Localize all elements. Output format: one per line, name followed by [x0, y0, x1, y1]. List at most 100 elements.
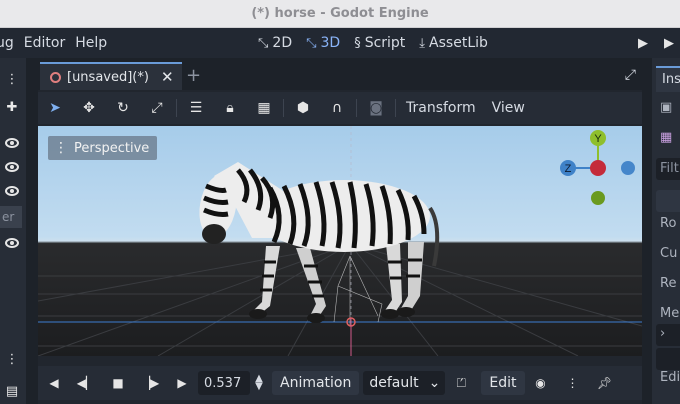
neg-y-axis-handle[interactable] [591, 191, 605, 205]
snap-icon[interactable]: ∩ [320, 92, 354, 124]
workspace-3d-label: 3D [320, 35, 341, 51]
time-stepper-icon[interactable]: ▲ ▼ [250, 374, 268, 392]
selected-node-text: er [2, 210, 15, 224]
menu-debug[interactable]: ug [0, 35, 24, 51]
group-icon[interactable]: ▦ [247, 92, 281, 124]
workspace-script-label: Script [364, 35, 406, 51]
animation-time: 0.537 [204, 375, 242, 391]
window-titlebar: (*) horse - Godot Engine [0, 0, 680, 28]
animation-select[interactable]: default ⌄ [363, 371, 446, 395]
dock-menu-icon[interactable]: ⋮ [0, 68, 24, 90]
play-from-start-icon[interactable]: ▶ [166, 366, 198, 400]
visibility-eye-icon[interactable] [0, 232, 24, 254]
editor-main-panel: [unsaved](*) ✕ + ⤢ ➤ ✥ ↻ ⤢ ☰ 🔒︎ ▦ ⬢ ∩ ◙ … [38, 62, 642, 404]
toolbar-divider [395, 99, 396, 117]
inspector-dock: Ins ▣ ▦ Filt Ro Cu Re Me › Edi [652, 58, 680, 404]
filesystem-icon[interactable]: ▤ [0, 380, 24, 402]
visibility-eye-icon[interactable] [0, 180, 24, 202]
ground-grid [38, 243, 642, 356]
scene-tabbar: [unsaved](*) ✕ + ⤢ [38, 62, 642, 90]
2d-icon: ⤡ [258, 35, 269, 51]
chevron-right-icon: › [660, 326, 666, 341]
run-controls: ▶ ▶ [638, 28, 680, 58]
rotate-mode-icon[interactable]: ↻ [106, 92, 140, 124]
visibility-eye-icon[interactable] [0, 156, 24, 178]
main-menu: ug Editor Help [0, 35, 117, 51]
viewport-toolbar: ➤ ✥ ↻ ⤢ ☰ 🔒︎ ▦ ⬢ ∩ ◙ Transform View [38, 92, 642, 124]
stop-icon[interactable]: ■ [102, 366, 134, 400]
filter-placeholder: Filt [660, 161, 679, 176]
camera-icon[interactable]: ◙ [359, 92, 393, 124]
onion-skin-icon[interactable]: ◉ [525, 366, 557, 400]
toolbar-divider [283, 99, 284, 117]
scene-tab-label: [unsaved](*) [67, 69, 149, 85]
play-from-current-icon[interactable]: ▕▶ [134, 366, 166, 400]
animation-toolbar: ◀ ◀▏ ■ ▕▶ ▶ 0.537 ▲ ▼ Animation default ⌄… [38, 366, 642, 400]
animation-time-field[interactable]: 0.537 [198, 371, 250, 395]
3d-viewport[interactable]: Y Z ⋮ Perspective [38, 126, 642, 356]
lock-icon[interactable]: 🔒︎ [213, 92, 247, 124]
play-scene-icon[interactable]: ▶ [664, 36, 674, 51]
distraction-free-icon[interactable]: ⤢ [625, 67, 636, 83]
edit-label: Edit [489, 375, 517, 391]
new-resource-icon[interactable]: ▣ [660, 100, 672, 115]
animation-selected: default [369, 375, 419, 391]
edit-button[interactable]: Edit [481, 371, 525, 395]
selected-node-fragment[interactable]: er [0, 206, 22, 228]
origin-marker [346, 317, 356, 356]
workspace-assetlib-label: AssetLib [429, 35, 488, 51]
menu-help[interactable]: Help [75, 35, 117, 51]
menu-editor[interactable]: Editor [24, 35, 75, 51]
select-mode-icon[interactable]: ➤ [38, 92, 72, 124]
list-select-icon[interactable]: ☰ [179, 92, 213, 124]
workspace-2d-button[interactable]: ⤡ 2D [258, 35, 292, 51]
neg-z-axis-handle[interactable] [621, 161, 635, 175]
workspace-script-button[interactable]: § Script [354, 35, 405, 51]
add-tab-icon[interactable]: + [186, 65, 201, 86]
inspector-row-current: Cu [660, 246, 678, 261]
play-backwards-icon[interactable]: ◀▏ [70, 366, 102, 400]
perspective-menu[interactable]: ⋮ Perspective [48, 136, 158, 160]
viewport-scene: Y Z [38, 126, 642, 356]
local-space-icon[interactable]: ⬢ [286, 92, 320, 124]
x-axis-handle[interactable] [590, 160, 606, 176]
move-mode-icon[interactable]: ✥ [72, 92, 106, 124]
inspector-row-method: Me [660, 306, 680, 321]
workspace-2d-label: 2D [272, 35, 293, 51]
pin-icon[interactable]: 📌︎ [589, 366, 621, 400]
more-options-icon[interactable]: ⋮ [557, 366, 589, 400]
workspace-assetlib-button[interactable]: ⤓ AssetLib [419, 35, 488, 51]
transform-menu[interactable]: Transform [398, 100, 484, 116]
workspace-3d-button[interactable]: ⤡ 3D [306, 35, 340, 51]
z-axis-label: Z [565, 163, 572, 175]
close-icon[interactable]: ✕ [161, 68, 174, 86]
inspector-tab[interactable]: Ins [656, 66, 680, 92]
dock-menu-icon[interactable]: ⋮ [0, 348, 24, 370]
chevron-down-icon: ⌄ [428, 375, 441, 391]
film-icon[interactable]: ▦ [660, 130, 672, 145]
y-axis-label: Y [594, 133, 602, 145]
axis-gizmo[interactable]: Y Z [560, 130, 635, 205]
property-field[interactable] [656, 348, 680, 370]
zebra-model[interactable] [195, 162, 440, 326]
play-icon[interactable]: ▶ [638, 36, 648, 51]
add-node-icon[interactable]: ✚ [0, 96, 24, 118]
node-header [656, 190, 680, 212]
workspace-switcher: ⤡ 2D ⤡ 3D § Script ⤓ AssetLib [258, 28, 488, 58]
animation-menu-button[interactable]: Animation [272, 371, 360, 395]
inspector-tab-label: Ins [662, 72, 680, 87]
visibility-eye-icon[interactable] [0, 132, 24, 154]
perspective-label: Perspective [74, 140, 150, 156]
animation-menu-label: Animation [280, 375, 352, 391]
scale-mode-icon[interactable]: ⤢ [140, 92, 174, 124]
play-backwards-from-end-icon[interactable]: ◀ [38, 366, 70, 400]
autoplay-icon[interactable]: ⏍ [445, 366, 477, 400]
window-title: (*) horse - Godot Engine [251, 6, 429, 21]
editor-topbar: ug Editor Help ⤡ 2D ⤡ 3D § Script ⤓ Asse… [0, 28, 680, 58]
script-icon: § [354, 35, 361, 51]
view-menu[interactable]: View [484, 100, 533, 116]
scene-dock: ⋮ ✚ er ⋮ ▤ [0, 58, 26, 404]
3d-icon: ⤡ [306, 35, 317, 51]
scene-tab[interactable]: [unsaved](*) ✕ [40, 62, 182, 90]
toolbar-divider [176, 99, 177, 117]
